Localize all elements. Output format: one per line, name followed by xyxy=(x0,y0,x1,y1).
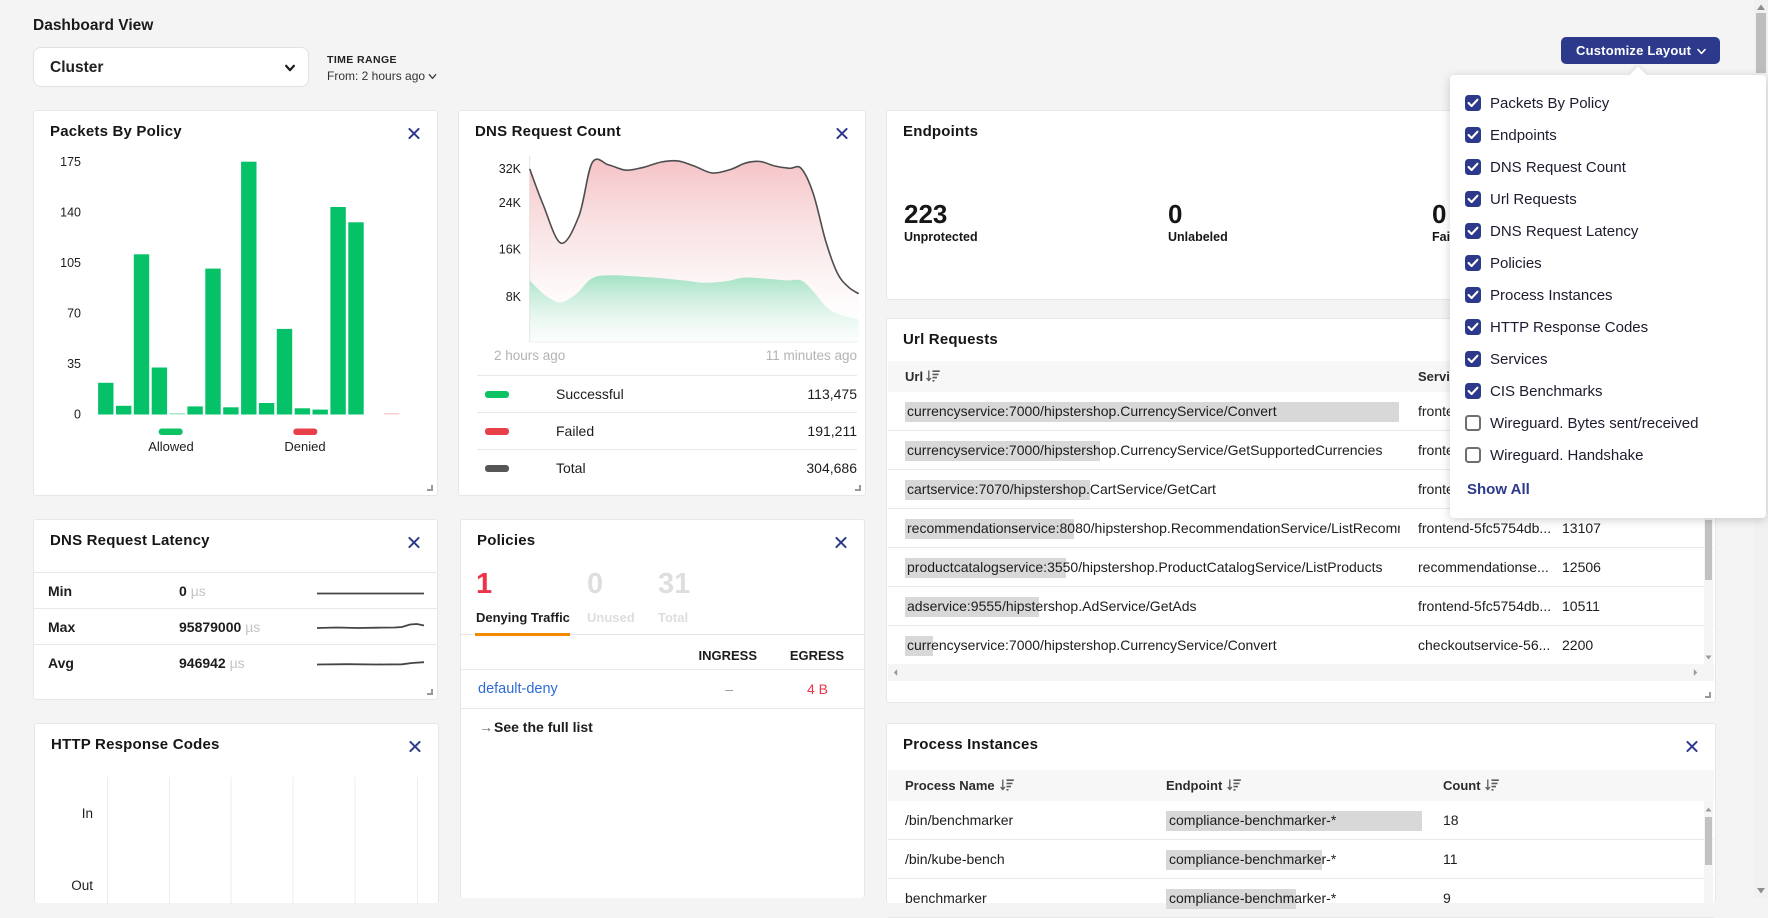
svg-text:32K: 32K xyxy=(499,162,522,176)
svg-text:140: 140 xyxy=(60,206,81,220)
svg-text:175: 175 xyxy=(60,155,81,169)
svg-text:In: In xyxy=(82,806,93,821)
svg-text:35: 35 xyxy=(67,357,81,371)
svg-text:24K: 24K xyxy=(499,196,522,210)
svg-text:105: 105 xyxy=(60,256,81,270)
svg-text:16K: 16K xyxy=(499,242,522,256)
svg-text:8K: 8K xyxy=(506,290,522,304)
svg-text:70: 70 xyxy=(67,307,81,321)
svg-text:Allowed: Allowed xyxy=(148,439,194,454)
svg-text:0: 0 xyxy=(74,408,81,422)
svg-text:Denied: Denied xyxy=(284,439,325,454)
svg-text:Out: Out xyxy=(71,878,93,893)
